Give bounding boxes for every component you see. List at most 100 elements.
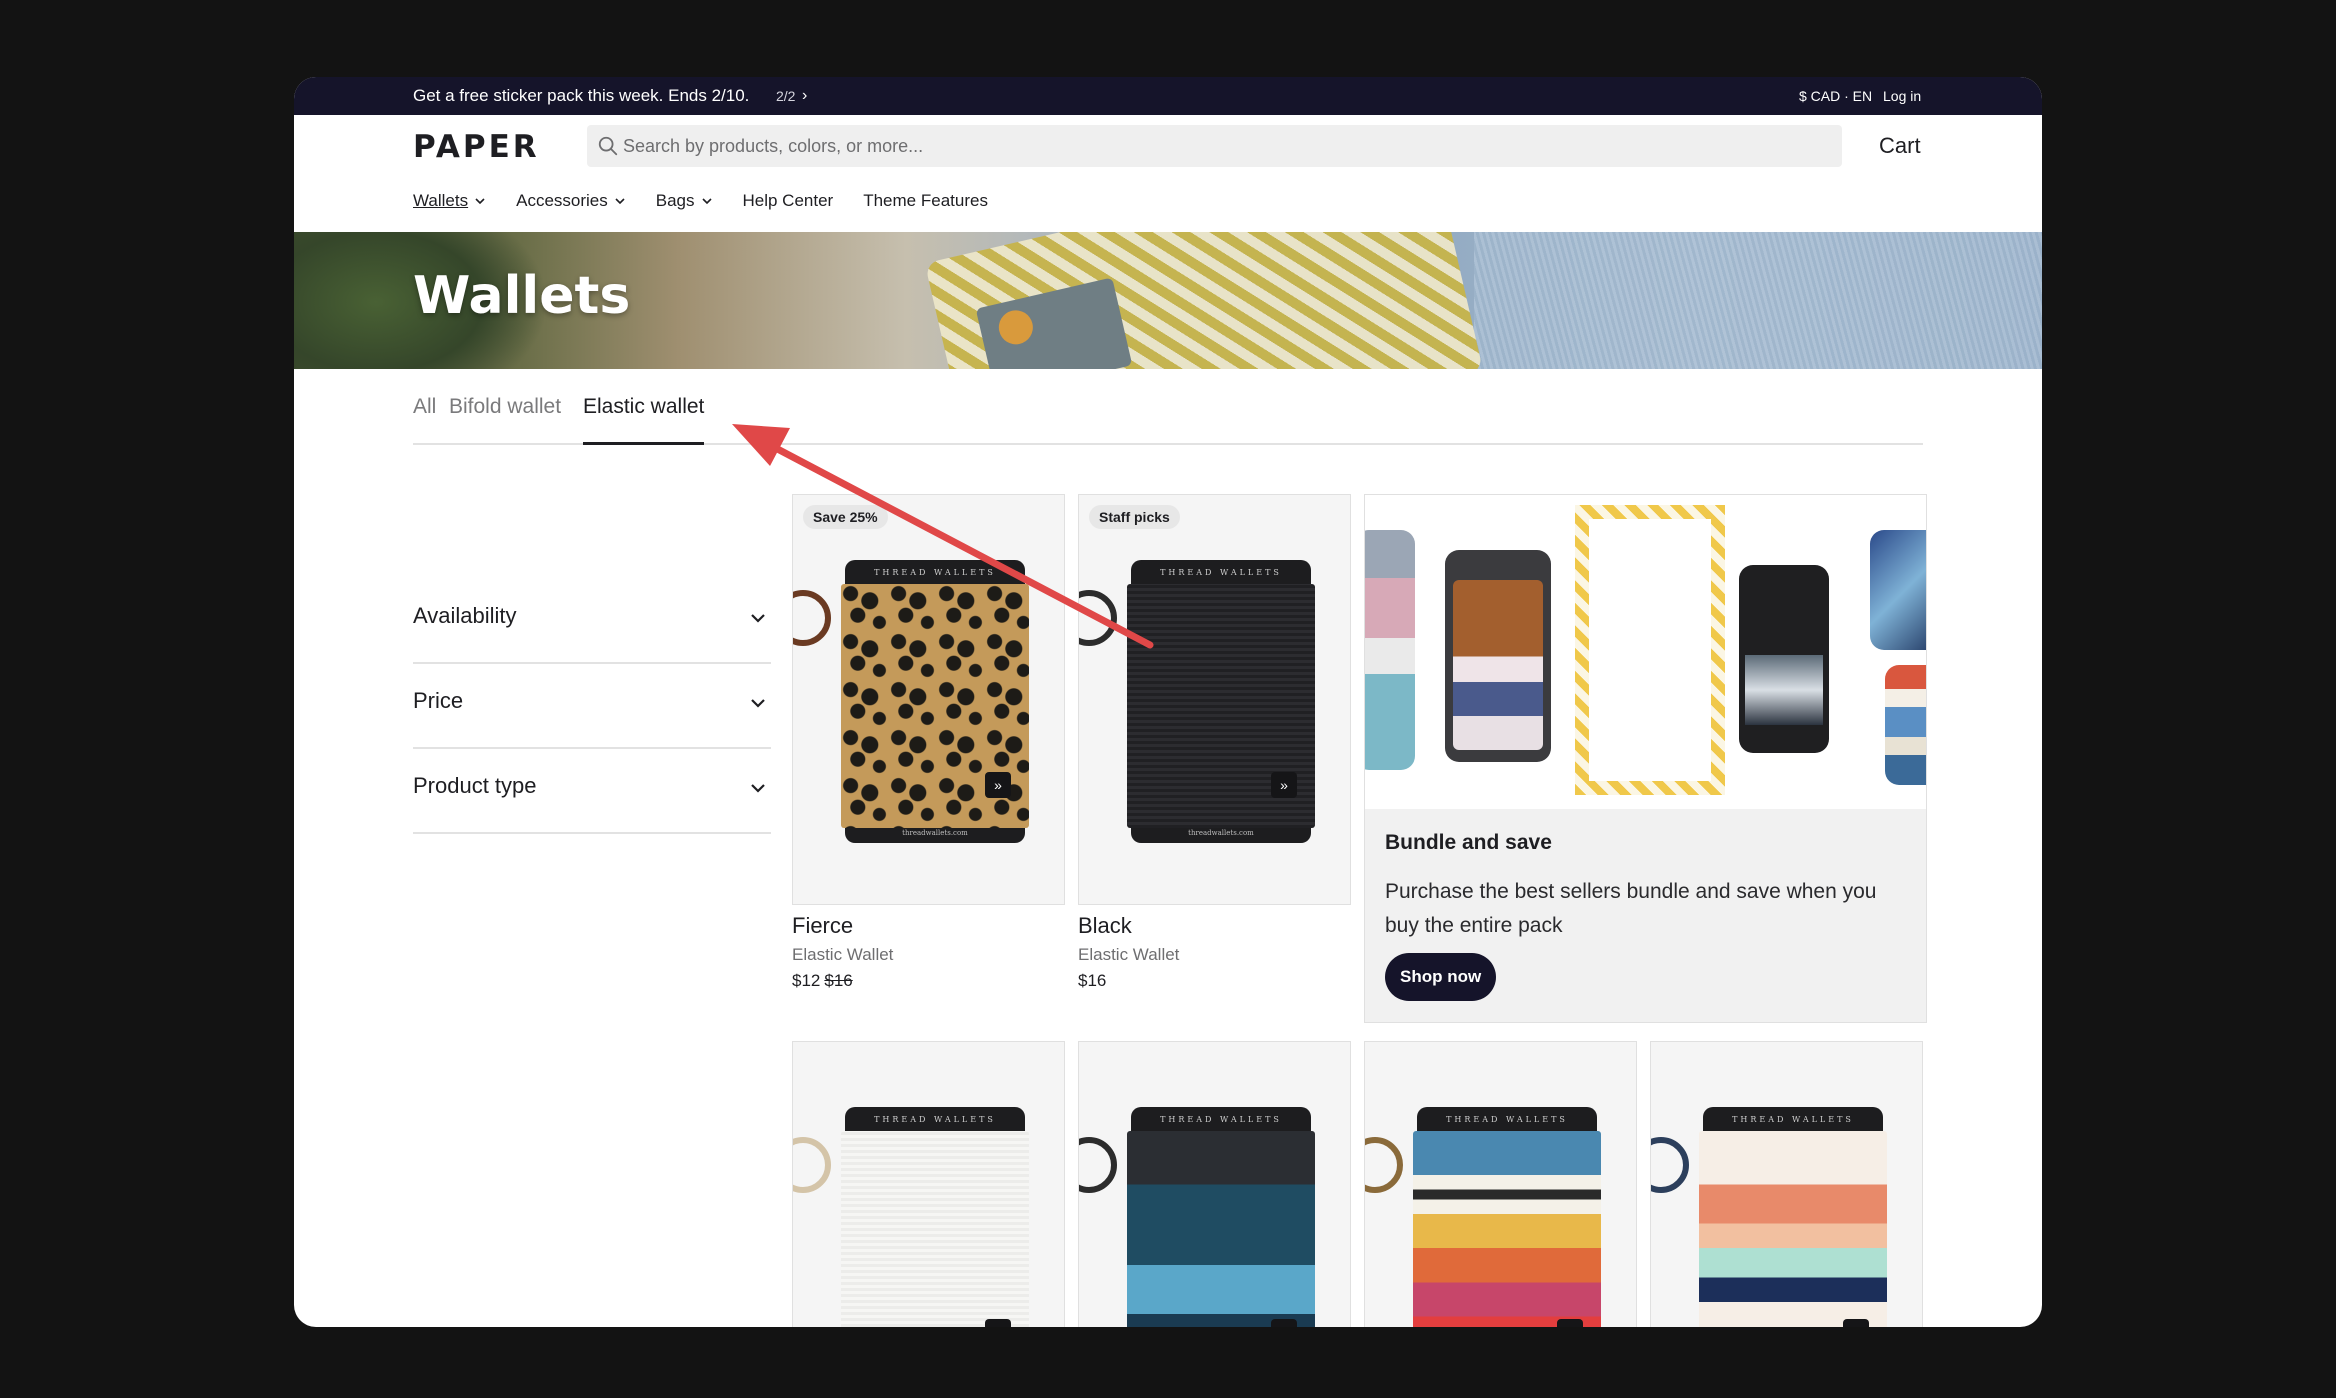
store-window: Get a free sticker pack this week. Ends … <box>294 77 2042 1327</box>
wallet-url-text: threadwallets.com <box>902 829 968 837</box>
quick-view-icon[interactable]: » <box>985 772 1011 798</box>
product-price: $12 $16 <box>792 971 893 991</box>
staff-picks-badge: Staff picks <box>1089 505 1180 529</box>
product-image: THREAD WALLETS » <box>1413 1107 1601 1327</box>
product-image: THREAD WALLETS » threadwallets.com <box>1127 560 1315 843</box>
sale-price: $12 <box>792 971 821 990</box>
nav-item-wallets[interactable]: Wallets <box>413 188 486 214</box>
wallet-ring <box>793 1137 831 1193</box>
wallet-brand-text: THREAD WALLETS <box>1160 568 1282 577</box>
phone-case-image <box>1739 565 1829 753</box>
phone-case-image <box>1365 530 1415 770</box>
product-card[interactable]: THREAD WALLETS » <box>792 1041 1065 1327</box>
filter-label: Product type <box>413 773 537 798</box>
announcement-pager: 2/2 <box>776 88 796 104</box>
nav-item-label: Wallets <box>413 191 469 210</box>
tab-bifold-wallet[interactable]: Bifold wallet <box>449 393 561 421</box>
wallet-band <box>1413 1131 1601 1327</box>
wallet-brand-text: THREAD WALLETS <box>1446 1115 1568 1124</box>
promo-text: Purchase the best sellers bundle and sav… <box>1385 880 1877 937</box>
filter-product-type[interactable]: Product type <box>413 749 771 834</box>
collection-tabs: All Bifold wallet Elastic wallet <box>413 393 1923 445</box>
wallet-ring <box>793 590 831 646</box>
wallet-band <box>1127 1131 1315 1327</box>
quick-view-icon[interactable]: » <box>1557 1319 1583 1327</box>
cart-link[interactable]: Cart <box>1879 133 1921 159</box>
announcement-bar: Get a free sticker pack this week. Ends … <box>294 77 2042 115</box>
filter-sidebar: Availability Price Product type <box>413 579 771 834</box>
filter-availability[interactable]: Availability <box>413 579 771 664</box>
chevron-down-icon <box>615 198 625 205</box>
quick-view-icon[interactable]: » <box>985 1319 1011 1327</box>
chevron-down-icon <box>751 699 765 708</box>
shop-now-button[interactable]: Shop now <box>1385 953 1497 1001</box>
wallet-ring <box>1365 1137 1403 1193</box>
product-name[interactable]: Black <box>1078 913 1179 939</box>
promo-title: Bundle and save <box>1385 831 1552 854</box>
filter-label: Availability <box>413 603 517 628</box>
wallet-brand-text: THREAD WALLETS <box>1160 1115 1282 1124</box>
page-title: Wallets <box>413 266 631 326</box>
phone-case-image <box>1885 665 1926 785</box>
product-image: THREAD WALLETS » <box>1699 1107 1887 1327</box>
chevron-down-icon <box>475 198 485 205</box>
product-image: THREAD WALLETS » <box>1127 1107 1315 1327</box>
main-nav: Wallets Accessories Bags Help Center The… <box>413 188 988 214</box>
compare-price: $16 <box>824 971 853 990</box>
chevron-right-icon[interactable]: › <box>802 77 807 115</box>
quick-view-icon[interactable]: » <box>1843 1319 1869 1327</box>
wallet-brand-text: THREAD WALLETS <box>874 568 996 577</box>
announcement-message[interactable]: Get a free sticker pack this week. Ends … <box>413 77 749 115</box>
product-card[interactable]: THREAD WALLETS » <box>1650 1041 1923 1327</box>
search-input[interactable]: Search by products, colors, or more... <box>587 125 1842 167</box>
wallet-ring <box>1079 590 1117 646</box>
wallet-ring <box>1079 1137 1117 1193</box>
product-price: $16 <box>1078 971 1107 990</box>
login-link[interactable]: Log in <box>1883 77 1921 115</box>
wallet-brand-text: THREAD WALLETS <box>874 1115 996 1124</box>
product-info-black: Black Elastic Wallet $16 <box>1078 913 1179 991</box>
phone-case-image <box>1445 550 1551 762</box>
collection-hero: Wallets <box>294 232 2042 369</box>
product-card-black[interactable]: THREAD WALLETS » threadwallets.com Staff… <box>1078 494 1351 905</box>
nav-item-help-center[interactable]: Help Center <box>743 188 834 214</box>
nav-item-label: Bags <box>655 191 695 210</box>
currency-selector[interactable]: $ CAD · EN <box>1799 77 1872 115</box>
wallet-band <box>841 1131 1029 1327</box>
nav-item-bags[interactable]: Bags <box>656 188 713 214</box>
chevron-down-icon <box>751 614 765 623</box>
filter-price[interactable]: Price <box>413 664 771 749</box>
nav-item-label: Accessories <box>516 191 608 210</box>
product-type: Elastic Wallet <box>1078 945 1180 964</box>
tab-elastic-wallet[interactable]: Elastic wallet <box>583 393 705 445</box>
hero-denim-image <box>1474 232 2042 369</box>
tab-all[interactable]: All <box>413 393 436 421</box>
chevron-down-icon <box>751 784 765 793</box>
nav-item-theme-features[interactable]: Theme Features <box>863 188 988 214</box>
chevron-down-icon <box>701 198 712 205</box>
nav-item-accessories[interactable]: Accessories <box>516 188 626 214</box>
bundle-promo-card: Bundle and save Purchase the best seller… <box>1364 494 1927 1023</box>
filter-label: Price <box>413 688 464 713</box>
search-icon <box>598 136 618 156</box>
product-info-fierce: Fierce Elastic Wallet $12 $16 <box>792 913 893 991</box>
lanyard-image <box>1575 505 1725 795</box>
quick-view-icon[interactable]: » <box>1271 1319 1297 1327</box>
search-placeholder: Search by products, colors, or more... <box>623 136 924 156</box>
wallet-band <box>1699 1131 1887 1327</box>
product-image: THREAD WALLETS » <box>841 1107 1029 1327</box>
bundle-image <box>1365 495 1926 809</box>
sale-badge: Save 25% <box>803 505 888 529</box>
product-card-fierce[interactable]: THREAD WALLETS » threadwallets.com Save … <box>792 494 1065 905</box>
product-card[interactable]: THREAD WALLETS » <box>1078 1041 1351 1327</box>
nav-item-label: Theme Features <box>863 191 988 210</box>
store-logo[interactable]: PAPER <box>413 129 540 165</box>
nav-item-label: Help Center <box>742 191 834 210</box>
quick-view-icon[interactable]: » <box>1271 772 1297 798</box>
product-name[interactable]: Fierce <box>792 913 893 939</box>
phone-case-image <box>1870 530 1926 650</box>
product-image: THREAD WALLETS » threadwallets.com <box>841 560 1029 843</box>
wallet-url-text: threadwallets.com <box>1188 829 1254 837</box>
product-card[interactable]: THREAD WALLETS » <box>1364 1041 1637 1327</box>
wallet-brand-text: THREAD WALLETS <box>1732 1115 1854 1124</box>
